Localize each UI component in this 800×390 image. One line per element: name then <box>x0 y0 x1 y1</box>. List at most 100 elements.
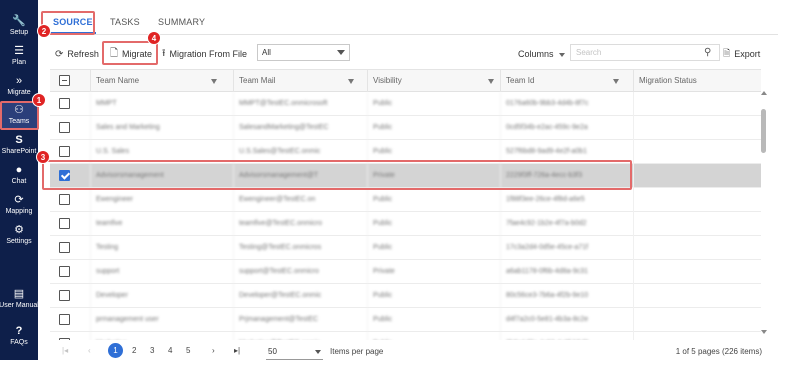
visibility-cell: Public <box>367 212 500 236</box>
visibility-cell: Public <box>367 116 500 140</box>
visibility-cell: Public <box>367 140 500 164</box>
table-row[interactable]: U.S. Sales U.S.Sales@TestEC.onmic Public 52… <box>50 140 761 164</box>
row-checkbox[interactable] <box>59 314 70 325</box>
column-header-migration-status[interactable]: Migration Status <box>633 70 761 92</box>
columns-button[interactable]: Columns <box>518 49 565 59</box>
row-checkbox[interactable] <box>59 194 70 205</box>
list-icon: ☰ <box>14 44 24 57</box>
scroll-down-icon[interactable] <box>761 330 767 334</box>
team-name-cell: teamfive <box>90 212 233 236</box>
scrollbar-thumb[interactable] <box>761 109 766 153</box>
sort-caret-icon[interactable] <box>613 79 619 84</box>
visibility-cell: Private <box>367 164 500 188</box>
team-name-cell: Developer <box>90 284 233 308</box>
team-mail-cell: Advisorsmanagement@T <box>233 164 367 188</box>
next-page-icon[interactable]: › <box>212 346 215 355</box>
nav-faqs[interactable]: ? FAQs <box>0 322 38 350</box>
search-icon[interactable]: ⚲ <box>704 47 711 58</box>
migration-status-cell <box>633 332 761 340</box>
refresh-label: Refresh <box>67 49 99 59</box>
column-header-team-mail[interactable]: Team Mail <box>233 70 360 92</box>
team-name-cell: Sales and Marketing <box>90 116 233 140</box>
migration-status-cell <box>633 212 761 236</box>
table-row[interactable]: MarketingMarketing@TestEC.onmicPublic3b9… <box>50 332 761 340</box>
team-name-cell: Testing <box>90 236 233 260</box>
first-page-icon[interactable]: |◂ <box>62 346 68 355</box>
migration-from-file-button[interactable]: ⭱ Migration From File <box>162 47 247 61</box>
select-all-checkbox[interactable] <box>59 75 70 86</box>
chevron-down-icon <box>315 350 321 354</box>
refresh-button[interactable]: ⟳ Refresh <box>55 47 99 61</box>
search-input[interactable] <box>570 44 720 61</box>
migrate-button[interactable]: 🗋 Migrate <box>110 47 152 61</box>
refresh-icon: ⟳ <box>55 48 64 60</box>
nav-plan[interactable]: ☰ Plan <box>0 42 38 70</box>
nav-setup[interactable]: 🔧 Setup <box>0 12 38 40</box>
previous-page-icon[interactable]: ‹ <box>88 346 91 355</box>
nav-migrate-label: Migrate <box>7 88 31 96</box>
migration-status-cell <box>633 284 761 308</box>
export-button[interactable]: 🗎 Export <box>723 47 760 61</box>
table-row[interactable]: Advisorsmanagement Advisorsmanagement@T Pr… <box>50 164 761 188</box>
table-row[interactable]: Testing Testing@TestEC.onmicros Public 17c3… <box>50 236 761 260</box>
row-checkbox[interactable] <box>59 218 70 229</box>
migrate-file-icon: 🗋 <box>110 47 119 59</box>
nav-settings[interactable]: ⚙ Settings <box>0 221 38 249</box>
items-per-page-value: 50 <box>268 347 277 356</box>
nav-sharepoint-label: SharePoint <box>1 147 37 155</box>
row-checkbox[interactable] <box>59 170 70 181</box>
page-3-button[interactable]: 3 <box>150 346 154 355</box>
question-icon: ? <box>15 324 23 337</box>
nav-faqs-label: FAQs <box>10 338 28 346</box>
tab-summary[interactable]: SUMMARY <box>158 17 205 27</box>
team-mail-cell: support@TestEC.onmicro <box>233 260 367 284</box>
last-page-icon[interactable]: ▸| <box>234 346 240 355</box>
nav-teams-label: Teams <box>8 118 30 125</box>
nav-mapping[interactable]: ⟳ Mapping <box>0 191 38 219</box>
nav-user-manual[interactable]: ▤ User Manual <box>0 285 39 313</box>
sort-caret-icon[interactable] <box>348 79 354 84</box>
team-id-cell: 0176a60b-9bb3-4d4b-8f7c <box>500 92 633 116</box>
nav-chat[interactable]: ● Chat <box>0 161 38 189</box>
row-checkbox[interactable] <box>59 290 70 301</box>
team-id-cell: 527f6bd8-9ad9-4e2f-a0b1 <box>500 140 633 164</box>
column-header-team-name[interactable]: Team Name <box>90 70 223 92</box>
page-1-button[interactable]: 1 <box>108 343 123 358</box>
team-mail-cell: Ewengineer@TestEC.on <box>233 188 367 212</box>
table-row[interactable]: prmanagement user Prjmanagement@TestEC Pub… <box>50 308 761 332</box>
column-header-visibility[interactable]: Visibility <box>367 70 500 92</box>
team-mail-cell: Developer@TestEC.onmic <box>233 284 367 308</box>
row-checkbox[interactable] <box>59 146 70 157</box>
filter-select[interactable]: All <box>257 44 350 61</box>
team-id-cell: 3b9e1d7a-4c62-4a0f-b5d8 <box>500 332 633 340</box>
row-checkbox[interactable] <box>59 266 70 277</box>
sort-caret-icon[interactable] <box>211 79 217 84</box>
tab-source[interactable]: SOURCE <box>53 17 93 27</box>
left-sidebar: 🔧 Setup ☰ Plan » Migrate ⚇ Teams S Share… <box>0 0 39 360</box>
export-icon: 🗎 <box>723 48 731 58</box>
table-row[interactable]: teamfive teamfive@TestEC.onmicro Public 7fa… <box>50 212 761 236</box>
table-row[interactable]: support support@TestEC.onmicro Private a6ab… <box>50 260 761 284</box>
columns-label: Columns <box>518 49 554 59</box>
tab-tasks[interactable]: TASKS <box>110 17 140 27</box>
scroll-up-icon[interactable] <box>761 91 767 95</box>
table-row[interactable]: Sales and Marketing SalesandMarketing@Tes… <box>50 116 761 140</box>
page-4-button[interactable]: 4 <box>168 346 172 355</box>
migration-status-cell <box>633 188 761 212</box>
column-header-team-id[interactable]: Team Id <box>500 70 625 92</box>
sort-caret-icon[interactable] <box>488 79 494 84</box>
table-row[interactable]: Ewengineer Ewengineer@TestEC.on Public 1f88… <box>50 188 761 212</box>
page-2-button[interactable]: 2 <box>132 346 136 355</box>
team-name-cell: support <box>90 260 233 284</box>
table-row[interactable]: MMPT MMPT@TestEC.onmicrosoft Public 0176a60… <box>50 92 761 116</box>
items-per-page-select[interactable]: 50 <box>266 343 323 360</box>
table-row[interactable]: Developer Developer@TestEC.onmic Public 80c… <box>50 284 761 308</box>
row-checkbox[interactable] <box>59 242 70 253</box>
nav-teams[interactable]: ⚇ Teams <box>0 102 38 129</box>
row-checkbox[interactable] <box>59 122 70 133</box>
vertical-scrollbar[interactable] <box>760 91 768 334</box>
row-checkbox[interactable] <box>59 98 70 109</box>
migration-from-file-label: Migration From File <box>169 49 248 59</box>
nav-sharepoint[interactable]: S SharePoint <box>0 131 38 159</box>
page-5-button[interactable]: 5 <box>186 346 190 355</box>
